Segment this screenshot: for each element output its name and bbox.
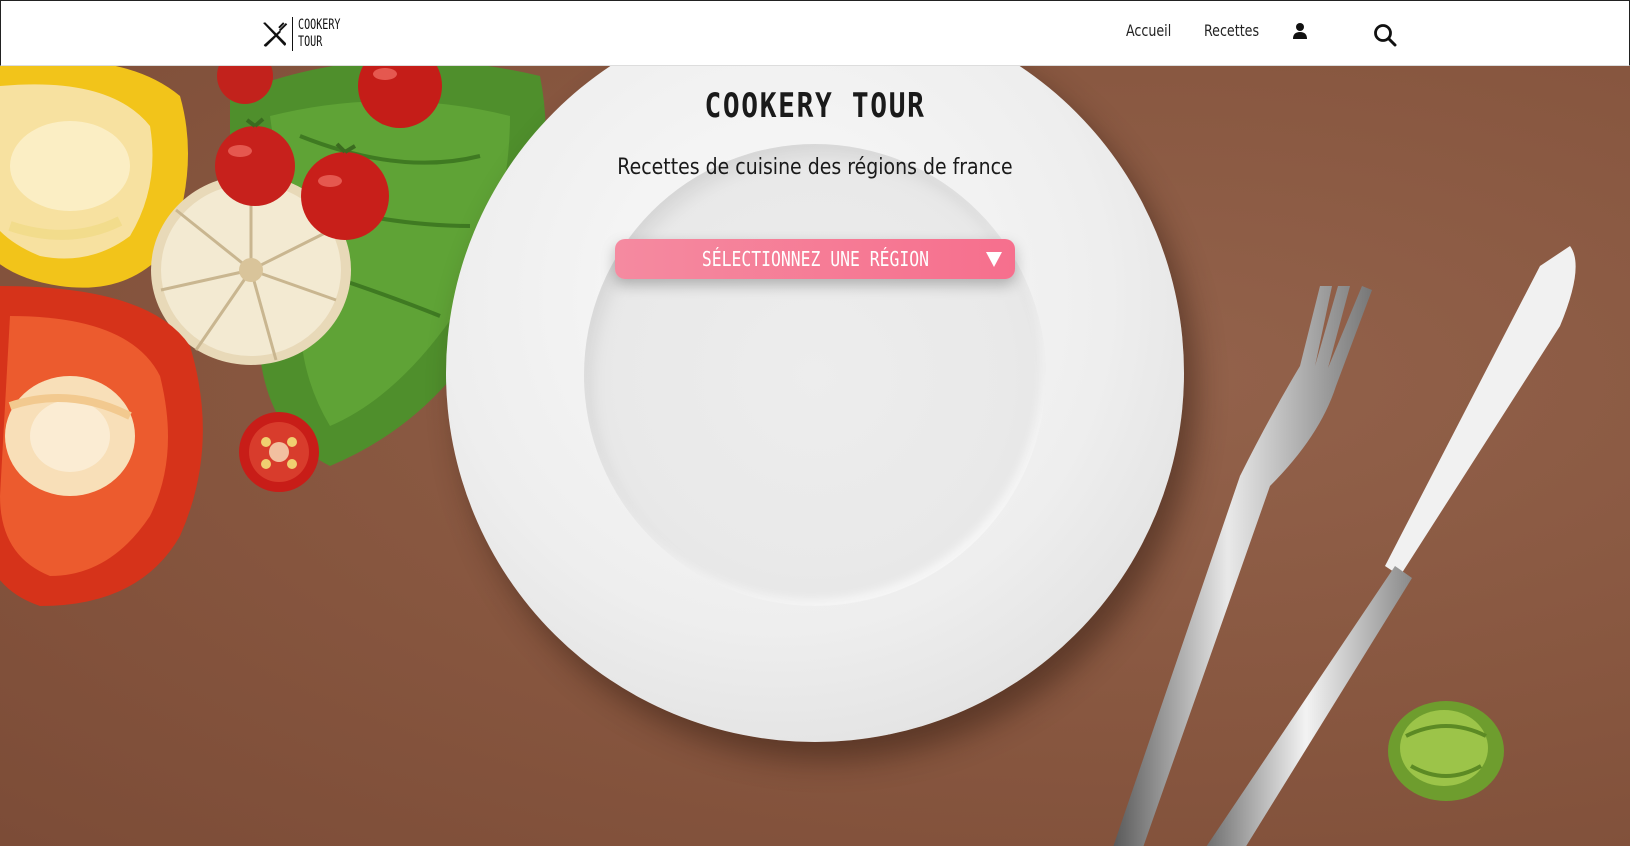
knife-image: [1206, 246, 1576, 846]
search-icon[interactable]: [1373, 23, 1397, 47]
site-header: COOKERY TOUR Accueil Recettes: [0, 0, 1630, 66]
site-logo[interactable]: COOKERY TOUR: [261, 13, 357, 55]
nav-recettes[interactable]: Recettes: [1204, 21, 1259, 40]
brussels-sprout-image: [1388, 701, 1504, 801]
main-nav: Accueil Recettes: [1126, 21, 1308, 40]
hero-title: COOKERY TOUR: [704, 86, 926, 126]
user-icon[interactable]: [1292, 22, 1308, 40]
logo-line-1: COOKERY: [297, 17, 341, 33]
plate-well: [584, 144, 1046, 606]
triangle-down-icon: [986, 252, 1002, 267]
logo-text: COOKERY TOUR: [298, 17, 357, 51]
hero-subtitle: Recettes de cuisine des régions de franc…: [617, 155, 1013, 180]
logo-line-2: TOUR: [297, 34, 323, 50]
logo-separator: [291, 17, 293, 51]
region-select-dropdown[interactable]: SÉLECTIONNEZ UNE RÉGION: [615, 239, 1015, 279]
region-select-label: SÉLECTIONNEZ UNE RÉGION: [701, 247, 929, 271]
red-pepper-image: [0, 286, 203, 606]
hero-background: [0, 66, 1630, 846]
nav-accueil[interactable]: Accueil: [1126, 21, 1171, 40]
fork-knife-logo-icon: [263, 22, 288, 47]
cut-tomato-image: [239, 412, 319, 492]
